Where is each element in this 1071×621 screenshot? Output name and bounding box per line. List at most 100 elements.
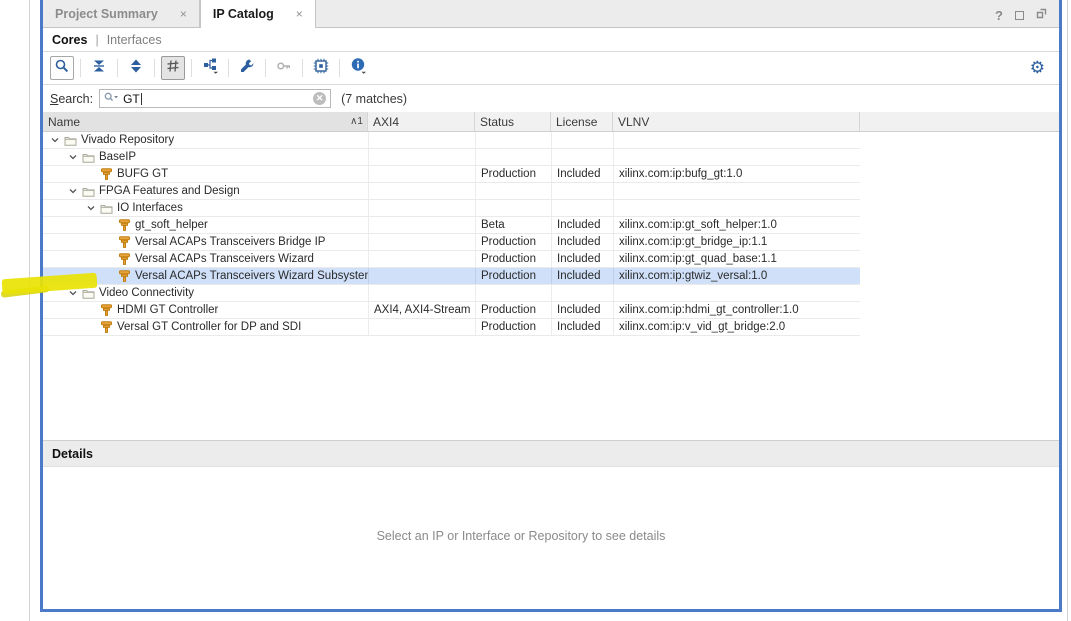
vlnv-cell: xilinx.com:ip:bufg_gt:1.0 bbox=[613, 166, 860, 182]
chip-icon bbox=[313, 58, 329, 79]
hierarchy-view-icon bbox=[202, 57, 219, 79]
table-row[interactable]: gt_soft_helperBetaIncludedxilinx.com:ip:… bbox=[43, 217, 860, 234]
window-controls: ? bbox=[995, 6, 1047, 24]
close-icon[interactable]: × bbox=[180, 7, 187, 21]
axi4-cell bbox=[368, 183, 475, 199]
license-cell bbox=[551, 200, 613, 216]
column-header-filler bbox=[860, 112, 1059, 131]
ip-icon bbox=[116, 270, 132, 282]
table-row[interactable]: BaseIP bbox=[43, 149, 860, 166]
license-cell: Included bbox=[551, 319, 613, 335]
interfaces-tab[interactable]: Interfaces bbox=[107, 33, 162, 47]
table-row[interactable]: Versal ACAPs Transceivers Wizard Subsyst… bbox=[43, 268, 860, 285]
folder-icon bbox=[62, 135, 78, 146]
row-label: Vivado Repository bbox=[81, 134, 174, 146]
vlnv-cell bbox=[613, 200, 860, 216]
row-label: Video Connectivity bbox=[99, 287, 194, 299]
maximize-icon[interactable] bbox=[1015, 11, 1024, 20]
row-label: Versal GT Controller for DP and SDI bbox=[117, 321, 301, 333]
table-row[interactable]: HDMI GT ControllerAXI4, AXI4-StreamProdu… bbox=[43, 302, 860, 319]
license-key-button[interactable] bbox=[272, 56, 296, 80]
row-label: Versal ACAPs Transceivers Bridge IP bbox=[135, 236, 325, 248]
float-icon[interactable] bbox=[1036, 6, 1047, 24]
name-cell: gt_soft_helper bbox=[43, 217, 368, 233]
ip-icon bbox=[98, 321, 114, 333]
search-button[interactable] bbox=[50, 56, 74, 80]
sort-indicator: ∧1 bbox=[350, 116, 363, 127]
folder-icon bbox=[80, 186, 96, 197]
column-header-vlnv[interactable]: VLNV bbox=[613, 112, 860, 131]
settings-wrench-button[interactable] bbox=[235, 56, 259, 80]
toolbar: ⚙ bbox=[43, 52, 1059, 85]
help-icon[interactable]: ? bbox=[995, 8, 1003, 23]
chevron-down-icon[interactable] bbox=[48, 135, 62, 145]
axi4-cell bbox=[368, 285, 475, 301]
name-cell: Versal ACAPs Transceivers Bridge IP bbox=[43, 234, 368, 250]
row-label: Versal ACAPs Transceivers Wizard Subsyst… bbox=[135, 270, 368, 282]
folder-icon bbox=[98, 203, 114, 214]
name-cell: IO Interfaces bbox=[43, 200, 368, 216]
toolbar-separator bbox=[265, 59, 266, 77]
table-row[interactable]: BUFG GTProductionIncludedxilinx.com:ip:b… bbox=[43, 166, 860, 183]
catalog-type-switch: Cores | Interfaces bbox=[43, 28, 1059, 52]
search-value: GT bbox=[123, 92, 140, 106]
tab-project-summary[interactable]: Project Summary × bbox=[43, 0, 200, 27]
search-icon bbox=[54, 58, 70, 79]
status-cell: Production bbox=[475, 319, 551, 335]
group-by-category-icon bbox=[165, 58, 181, 79]
license-cell: Included bbox=[551, 302, 613, 318]
row-label: IO Interfaces bbox=[117, 202, 183, 214]
table-row[interactable]: Vivado Repository bbox=[43, 132, 860, 149]
table-row[interactable]: Versal ACAPs Transceivers WizardProducti… bbox=[43, 251, 860, 268]
hierarchy-view-button[interactable] bbox=[198, 56, 222, 80]
tab-label: IP Catalog bbox=[213, 7, 274, 21]
table-row[interactable]: Video Connectivity bbox=[43, 285, 860, 302]
cores-tab[interactable]: Cores bbox=[52, 33, 87, 47]
license-cell bbox=[551, 285, 613, 301]
table-row[interactable]: FPGA Features and Design bbox=[43, 183, 860, 200]
toolbar-separator bbox=[302, 59, 303, 77]
row-label: Versal ACAPs Transceivers Wizard bbox=[135, 253, 314, 265]
chevron-down-icon[interactable] bbox=[66, 152, 80, 162]
vlnv-cell bbox=[613, 183, 860, 199]
column-header-status[interactable]: Status bbox=[475, 112, 551, 131]
column-header-axi4[interactable]: AXI4 bbox=[368, 112, 475, 131]
text-cursor bbox=[141, 93, 142, 105]
vlnv-cell bbox=[613, 149, 860, 165]
ip-icon bbox=[98, 168, 114, 180]
vlnv-cell: xilinx.com:ip:hdmi_gt_controller:1.0 bbox=[613, 302, 860, 318]
column-header-name[interactable]: Name ∧1 bbox=[43, 112, 368, 131]
target-device-button[interactable] bbox=[309, 56, 333, 80]
table-row[interactable]: Versal GT Controller for DP and SDI Produ… bbox=[43, 319, 860, 336]
status-cell bbox=[475, 149, 551, 165]
table-rows: Vivado Repository BaseIPBUFG GTProduction… bbox=[43, 132, 860, 336]
key-icon bbox=[276, 58, 292, 79]
collapse-all-button[interactable] bbox=[87, 56, 111, 80]
name-cell: Vivado Repository bbox=[43, 132, 368, 148]
table-row[interactable]: IO Interfaces bbox=[43, 200, 860, 217]
column-header-license[interactable]: License bbox=[551, 112, 613, 131]
close-icon[interactable]: × bbox=[296, 7, 303, 21]
vlnv-cell: xilinx.com:ip:v_vid_gt_bridge:2.0 bbox=[613, 319, 860, 335]
vlnv-cell bbox=[613, 285, 860, 301]
details-title: Details bbox=[52, 447, 93, 461]
information-button[interactable] bbox=[346, 56, 370, 80]
right-panel-divider bbox=[1067, 0, 1068, 621]
search-input[interactable]: GT ✕ bbox=[99, 89, 331, 108]
search-label: Search: bbox=[50, 92, 93, 106]
expand-all-button[interactable] bbox=[124, 56, 148, 80]
status-cell: Production bbox=[475, 166, 551, 182]
toolbar-separator bbox=[228, 59, 229, 77]
table-row[interactable]: Versal ACAPs Transceivers Bridge IPProdu… bbox=[43, 234, 860, 251]
settings-gear-icon[interactable]: ⚙ bbox=[1030, 56, 1045, 80]
chevron-down-icon[interactable] bbox=[66, 186, 80, 196]
group-by-category-button[interactable] bbox=[161, 56, 185, 80]
chevron-down-icon[interactable] bbox=[84, 203, 98, 213]
axi4-cell bbox=[368, 251, 475, 267]
clear-search-icon[interactable]: ✕ bbox=[313, 92, 326, 105]
details-header: Details bbox=[43, 441, 1059, 467]
vlnv-cell: xilinx.com:ip:gt_bridge_ip:1.1 bbox=[613, 234, 860, 250]
vlnv-cell: xilinx.com:ip:gt_quad_base:1.1 bbox=[613, 251, 860, 267]
tab-ip-catalog[interactable]: IP Catalog × bbox=[200, 0, 316, 28]
toolbar-separator bbox=[191, 59, 192, 77]
